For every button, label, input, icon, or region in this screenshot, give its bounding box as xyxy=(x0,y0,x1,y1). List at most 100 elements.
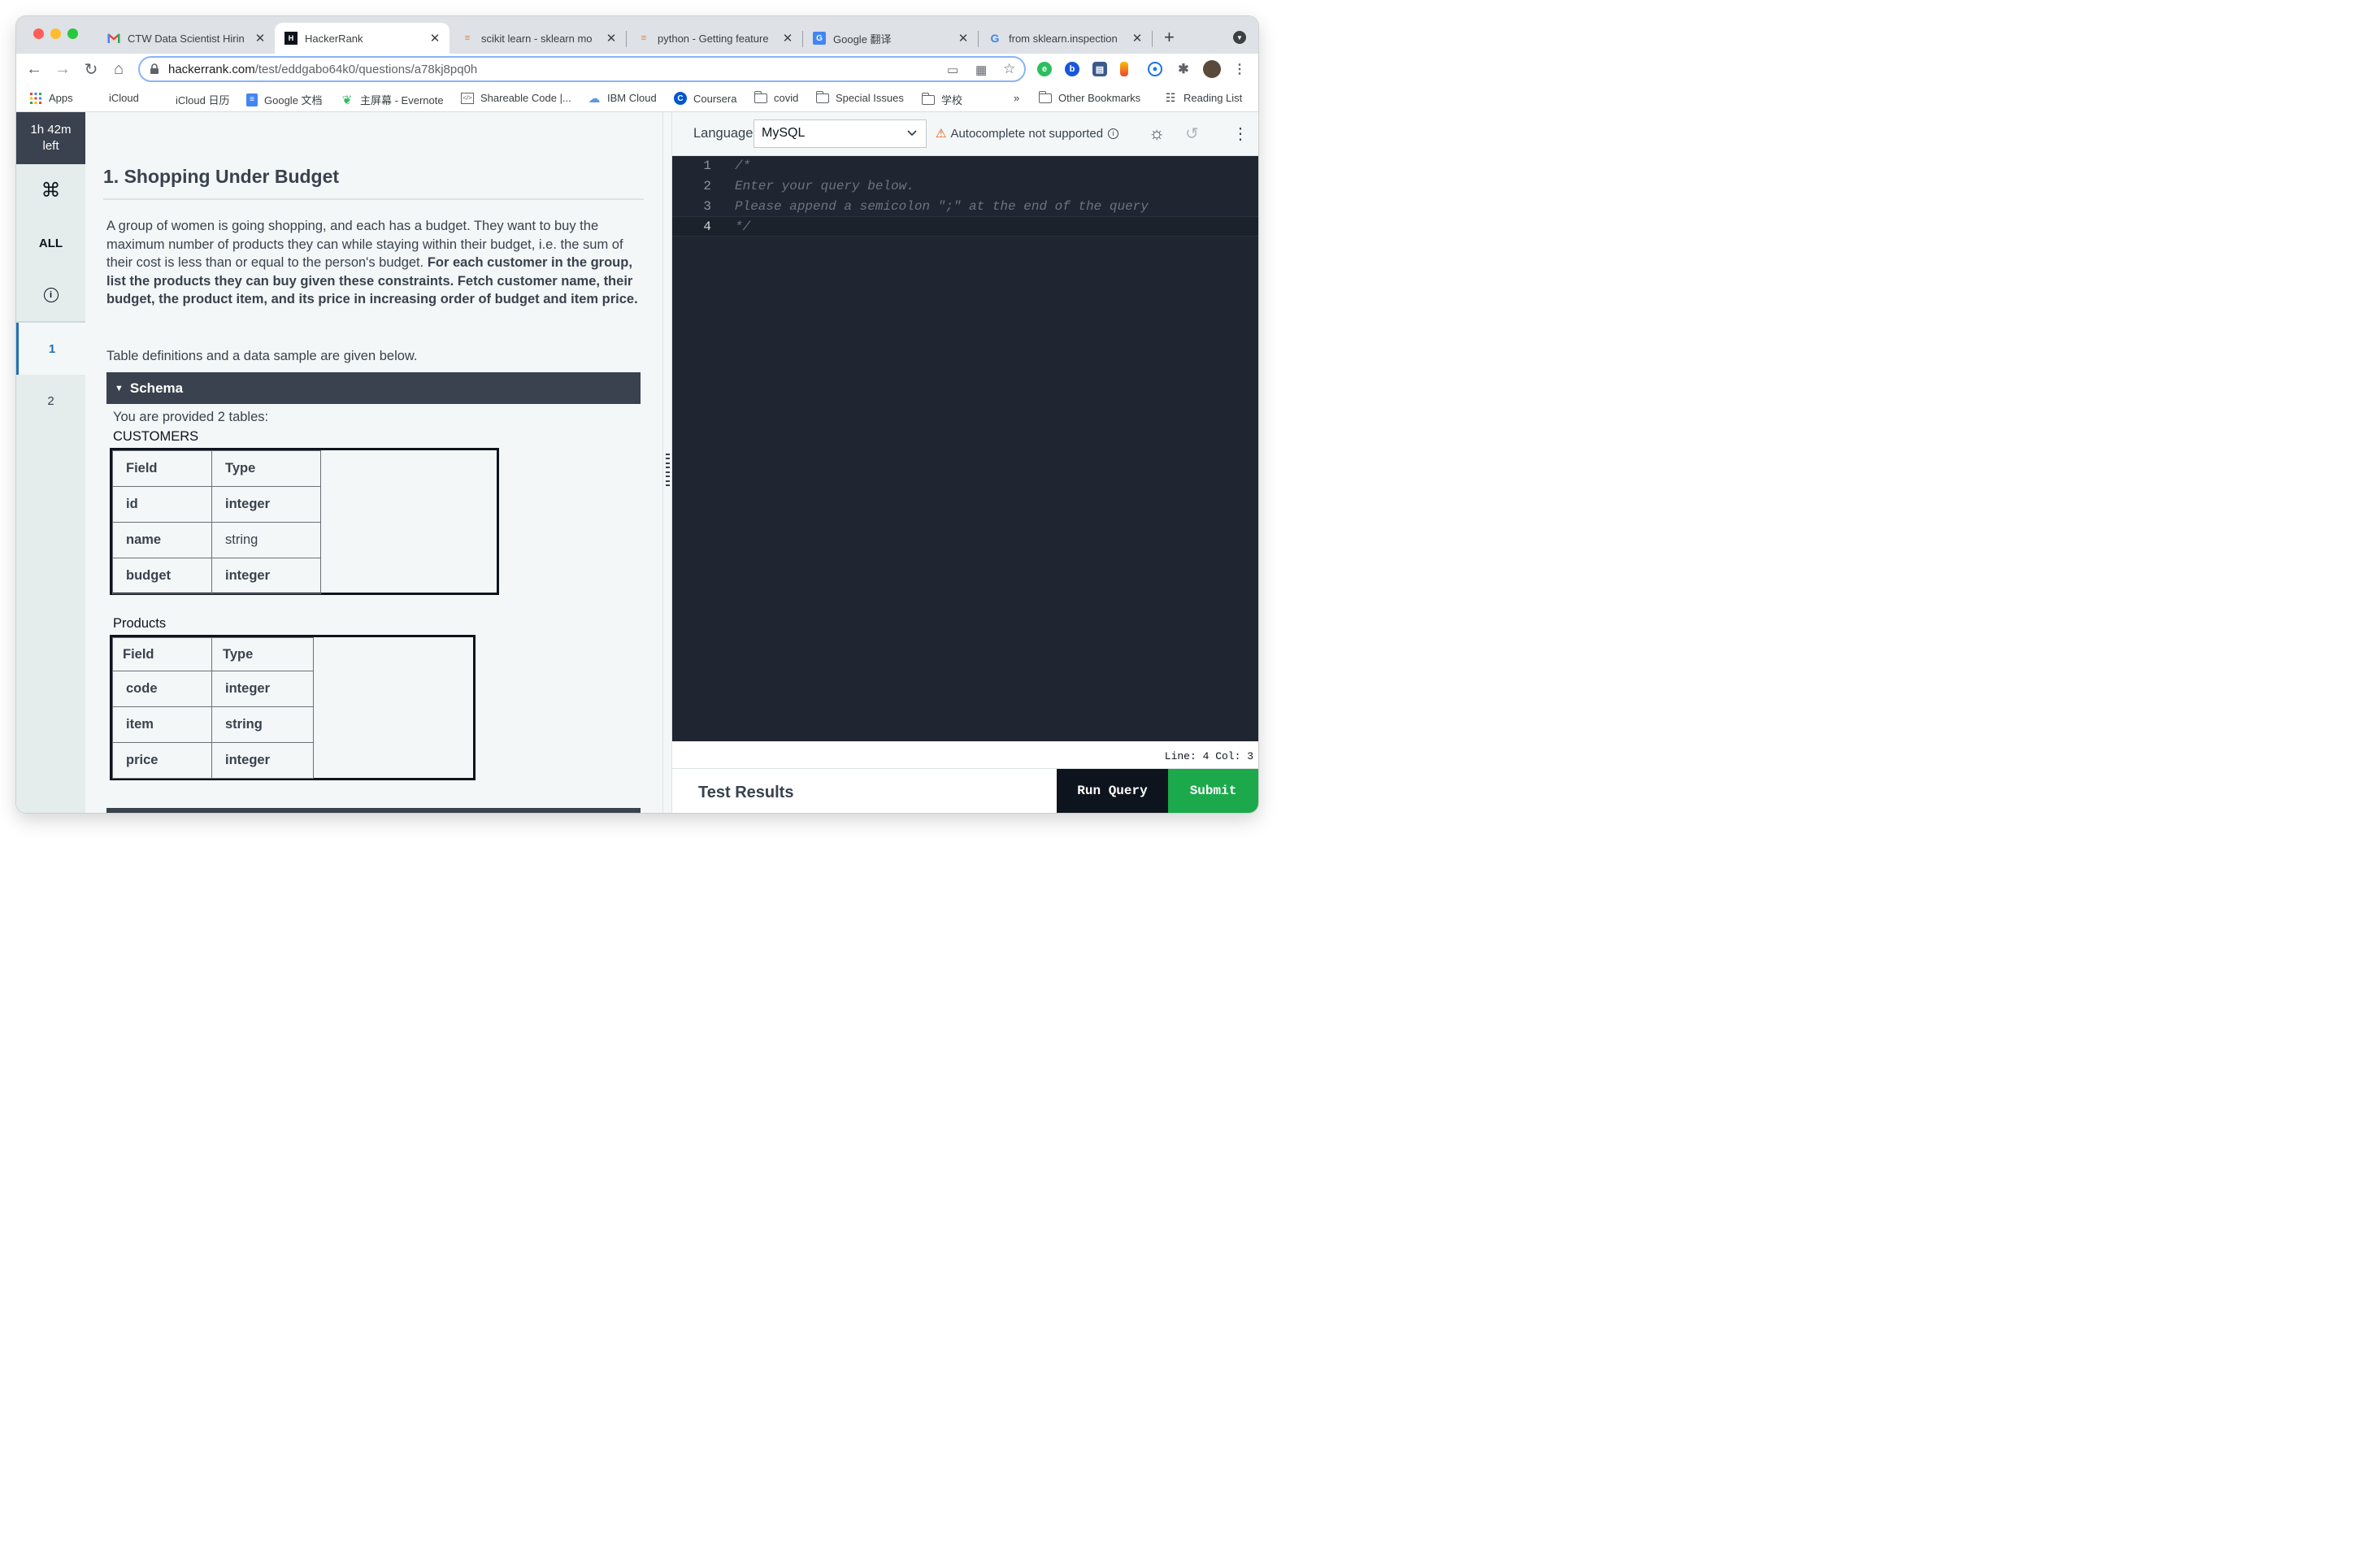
tab-label: Google 翻译 xyxy=(833,33,892,46)
extensions-puzzle-icon[interactable]: ✱ xyxy=(1176,62,1191,76)
folder-icon xyxy=(921,92,935,106)
field-cell: code xyxy=(112,671,212,707)
info-button[interactable]: i xyxy=(16,269,85,321)
home-icon[interactable]: ⌂ xyxy=(107,58,130,80)
bookmark-folder-covid[interactable]: covid xyxy=(754,90,798,104)
tab-strip: CTW Data Scientist Hirin ✕ H HackerRank … xyxy=(16,16,1258,54)
tab-search-icon[interactable]: ▼ xyxy=(1233,31,1246,44)
reading-list[interactable]: ☷ Reading List xyxy=(1164,91,1243,104)
autocomplete-warning: ⚠ Autocomplete not supported i xyxy=(936,126,1119,141)
submit-button[interactable]: Submit xyxy=(1168,769,1258,813)
extension-record-icon[interactable]: ● xyxy=(1148,62,1162,76)
browser-menu-icon[interactable]: ⋮ xyxy=(1232,62,1247,76)
code-area[interactable]: 1 /* 2 Enter your query below. 3 Please app… xyxy=(672,156,1258,741)
close-tab-icon[interactable]: ✕ xyxy=(1131,31,1144,46)
more-options-icon[interactable]: ⋮ xyxy=(1232,124,1249,144)
browser-tab[interactable]: G from sklearn.inspection ✕ xyxy=(979,23,1152,54)
info-icon[interactable]: i xyxy=(1108,128,1119,139)
bookmark-icloud[interactable]: iCloud xyxy=(89,92,139,104)
close-tab-icon[interactable]: ✕ xyxy=(605,31,618,46)
table-row: price integer xyxy=(112,742,314,779)
bookmark-label: Special Issues xyxy=(836,92,904,104)
bookmark-google-docs[interactable]: ≡ Google 文档 xyxy=(246,92,323,107)
problem-statement: 1. Shopping Under Budget A group of wome… xyxy=(85,112,662,813)
warning-triangle-icon: ⚠ xyxy=(936,127,947,141)
field-cell: id xyxy=(112,486,212,523)
close-tab-icon[interactable]: ✕ xyxy=(254,31,267,46)
folder-icon xyxy=(754,90,767,104)
field-cell: price xyxy=(112,742,212,779)
cast-icon[interactable]: ▭ xyxy=(947,63,958,77)
qr-code-icon[interactable]: ▦ xyxy=(975,63,987,77)
browser-tab[interactable]: CTW Data Scientist Hirin ✕ xyxy=(98,23,275,54)
evernote-extension-icon[interactable]: e xyxy=(1037,62,1052,76)
bookmark-label: iCloud 日历 xyxy=(176,94,230,106)
autocomplete-note: Autocomplete not supported xyxy=(950,126,1104,141)
tab-label: scikit learn - sklearn mo xyxy=(481,32,593,45)
close-tab-icon[interactable]: ✕ xyxy=(957,31,970,46)
extension-save-icon[interactable]: ▤ xyxy=(1092,62,1107,76)
back-arrow-icon[interactable]: ← xyxy=(23,58,46,80)
table-row: budget integer xyxy=(112,558,321,594)
shortcuts-command-icon[interactable]: ⌘ xyxy=(16,164,85,216)
address-bar[interactable]: hackerrank.com/test/eddgabo64k0/question… xyxy=(138,56,1026,82)
bookmark-folder-special-issues[interactable]: Special Issues xyxy=(815,90,904,104)
test-results-title[interactable]: Test Results xyxy=(698,784,793,802)
cloud-icon: ☁ xyxy=(588,91,601,106)
tab-label: from sklearn.inspection xyxy=(1009,32,1118,45)
collapse-triangle-icon: ▼ xyxy=(115,383,124,393)
other-bookmarks-label: Other Bookmarks xyxy=(1058,92,1141,104)
new-tab-button[interactable]: + xyxy=(1164,27,1175,48)
url-host: hackerrank.com xyxy=(168,63,255,76)
tab-label: CTW Data Scientist Hirin xyxy=(128,32,245,45)
table-header-cell: Type xyxy=(211,637,314,671)
table-row: name string xyxy=(112,522,321,558)
coursera-icon: C xyxy=(674,92,687,105)
bookmark-apps[interactable]: Apps xyxy=(29,92,73,104)
bookmark-folder-school[interactable]: 学校 xyxy=(921,92,963,107)
bookmark-evernote[interactable]: ❦ 主屏幕 - Evernote xyxy=(341,92,444,107)
extension-b-icon[interactable]: b xyxy=(1065,62,1079,76)
url-path: /test/eddgabo64k0/questions/a78kj8pq0h xyxy=(254,63,478,76)
theme-sun-icon[interactable]: ☼ xyxy=(1149,123,1165,144)
problem-description: A group of women is going shopping, and … xyxy=(106,217,643,309)
browser-tab[interactable]: ≡ scikit learn - sklearn mo ✕ xyxy=(451,23,626,54)
browser-tab[interactable]: G Google 翻译 ✕ xyxy=(803,23,978,54)
reading-list-label: Reading List xyxy=(1183,92,1243,104)
close-tab-icon[interactable]: ✕ xyxy=(781,31,794,46)
code-line-active: 4 */ xyxy=(672,216,1258,237)
language-select[interactable]: MySQL xyxy=(754,119,927,148)
bookmark-star-icon[interactable]: ☆ xyxy=(1003,61,1015,77)
extension-mic-icon[interactable] xyxy=(1120,62,1128,76)
browser-tab[interactable]: ≡ python - Getting feature ✕ xyxy=(628,23,802,54)
other-bookmarks[interactable]: Other Bookmarks xyxy=(1038,90,1141,104)
bookmark-icloud-calendar[interactable]: iCloud 日历 xyxy=(156,92,229,107)
all-questions-button[interactable]: ALL xyxy=(16,217,85,269)
bookmark-shareable-code[interactable]: </> Shareable Code |... xyxy=(461,92,571,104)
history-icon[interactable]: ↺ xyxy=(1185,124,1199,144)
question-nav-2[interactable]: 2 xyxy=(16,375,85,427)
line-number: 1 xyxy=(703,159,711,173)
maximize-window-button[interactable] xyxy=(67,28,78,39)
reload-icon[interactable]: ↻ xyxy=(80,58,102,80)
forward-arrow-icon[interactable]: → xyxy=(51,58,74,80)
close-tab-icon[interactable]: ✕ xyxy=(428,31,441,46)
chevron-down-icon xyxy=(907,127,917,139)
schema-toggle[interactable]: ▼ Schema xyxy=(106,372,641,404)
minimize-window-button[interactable] xyxy=(50,28,61,39)
next-section-bar[interactable] xyxy=(106,808,641,813)
close-window-button[interactable] xyxy=(33,28,44,39)
bookmark-label: 学校 xyxy=(941,94,963,106)
run-query-button[interactable]: Run Query xyxy=(1057,769,1168,813)
bookmark-ibm-cloud[interactable]: ☁ IBM Cloud xyxy=(588,91,657,106)
apple-icon xyxy=(89,93,102,104)
bookmarks-overflow-button[interactable]: » xyxy=(1014,92,1019,104)
type-cell: string xyxy=(211,522,321,558)
line-number: 4 xyxy=(703,219,711,234)
panel-resize-handle[interactable] xyxy=(662,112,672,813)
bookmark-coursera[interactable]: C Coursera xyxy=(674,92,736,105)
profile-avatar[interactable] xyxy=(1203,60,1221,78)
browser-tab-active[interactable]: H HackerRank ✕ xyxy=(275,23,450,54)
stackoverflow-icon: ≡ xyxy=(464,33,471,43)
question-nav-1[interactable]: 1 xyxy=(16,323,85,375)
